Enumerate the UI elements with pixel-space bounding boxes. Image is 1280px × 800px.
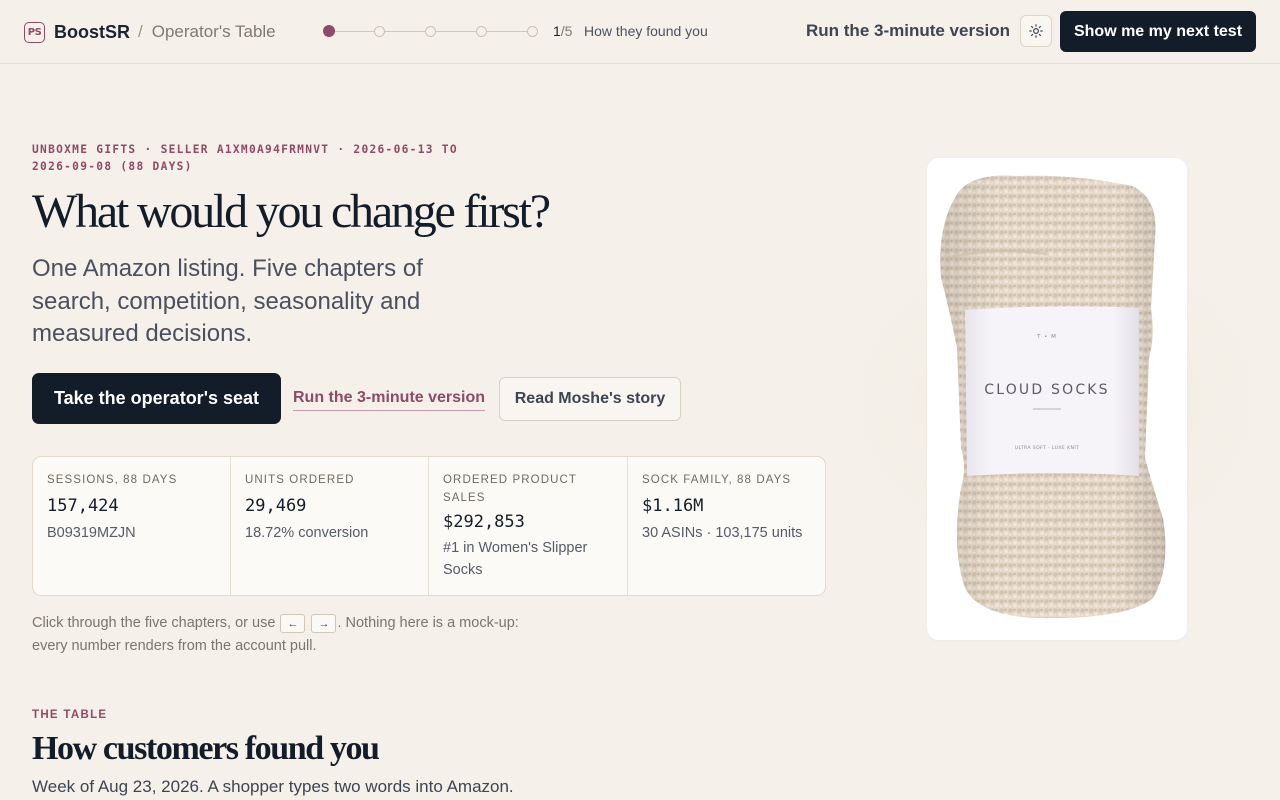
step-total: /5 (560, 23, 573, 39)
stat-label: SESSIONS, 88 DAYS (47, 474, 178, 486)
stat-label: ORDERED PRODUCT SALES (443, 474, 577, 504)
read-story-button[interactable]: Read Moshe's story (499, 377, 681, 421)
section-eyebrow: THE TABLE (32, 709, 108, 721)
band-tagline: ULTRA SOFT · LUXE KNIT (1015, 445, 1080, 451)
section-subtitle: Week of Aug 23, 2026. A shopper types tw… (32, 777, 514, 796)
stat-value: 157,424 (47, 496, 119, 516)
progress-step-5[interactable] (527, 25, 538, 37)
step-label: How they found you (584, 23, 708, 39)
chapter-progress (322, 24, 540, 38)
top-bar: PS BoostSR / Operator's Table 1/5 How th… (0, 0, 1280, 64)
hero-subtitle: One Amazon listing. Five chapters of sea… (32, 255, 423, 347)
product-image: T • M CLOUD SOCKS ULTRA SOFT · LUXE KNIT (927, 158, 1187, 640)
stat-units: UNITS ORDERED 29,469 18.72% conversion (231, 457, 429, 595)
band-mark: T • M (1036, 334, 1057, 340)
navigation-hint: Click through the five chapters, or use … (32, 612, 552, 658)
step-current: 1 (553, 23, 561, 39)
page-title: What would you change first? (32, 185, 551, 238)
brand-name[interactable]: BoostSR (54, 22, 130, 43)
progress-step-1[interactable] (323, 25, 335, 37)
stat-sub: B09319MZJN (47, 525, 136, 541)
breadcrumb-separator: / (138, 22, 143, 41)
step-counter: 1/5 (553, 23, 572, 39)
band-title: CLOUD SOCKS (984, 382, 1110, 398)
stat-sub: #1 in Women's Slipper Socks (443, 540, 588, 578)
logo-icon: PS (24, 21, 45, 43)
stat-value: 29,469 (245, 496, 307, 516)
quick-version-link[interactable]: Run the 3-minute version (806, 21, 1010, 41)
breadcrumb-current: Operator's Table (151, 22, 276, 41)
hint-text: Click through the five chapters, or use (32, 615, 280, 631)
operator-seat-button[interactable]: Take the operator's seat (32, 373, 281, 424)
hero-eyebrow: UNBOXME GIFTS · SELLER A1XM0A94FRMNVT · … (32, 143, 458, 173)
stat-label: UNITS ORDERED (245, 474, 355, 486)
stat-sock-family: SOCK FAMILY, 88 DAYS $1.16M 30 ASINs · 1… (628, 457, 825, 595)
progress-step-2[interactable] (374, 25, 385, 37)
theme-toggle-button[interactable] (1020, 15, 1052, 47)
cloud-socks-photo: T • M CLOUD SOCKS ULTRA SOFT · LUXE KNIT (940, 175, 1166, 619)
stat-value: $1.16M (642, 496, 704, 516)
stat-sales: ORDERED PRODUCT SALES $292,853 #1 in Wom… (429, 457, 628, 595)
section-title: How customers found you (32, 730, 380, 767)
right-arrow-key[interactable]: → (311, 613, 337, 633)
stats-panel: SESSIONS, 88 DAYS 157,424 B09319MZJN UNI… (32, 456, 826, 596)
stat-value: $292,853 (443, 512, 525, 532)
brand[interactable]: PS BoostSR / Operator's Table (24, 20, 276, 44)
stat-sub: 18.72% conversion (245, 525, 369, 541)
stat-label: SOCK FAMILY, 88 DAYS (642, 474, 792, 486)
sun-icon (1029, 24, 1043, 38)
left-arrow-key[interactable]: ← (280, 613, 306, 633)
quick-version-button[interactable]: Run the 3-minute version (293, 389, 486, 411)
next-test-button[interactable]: Show me my next test (1060, 11, 1256, 52)
progress-step-4[interactable] (476, 25, 487, 37)
stat-sub: 30 ASINs · 103,175 units (642, 525, 803, 541)
stat-sessions: SESSIONS, 88 DAYS 157,424 B09319MZJN (33, 457, 231, 595)
progress-step-3[interactable] (425, 25, 436, 37)
